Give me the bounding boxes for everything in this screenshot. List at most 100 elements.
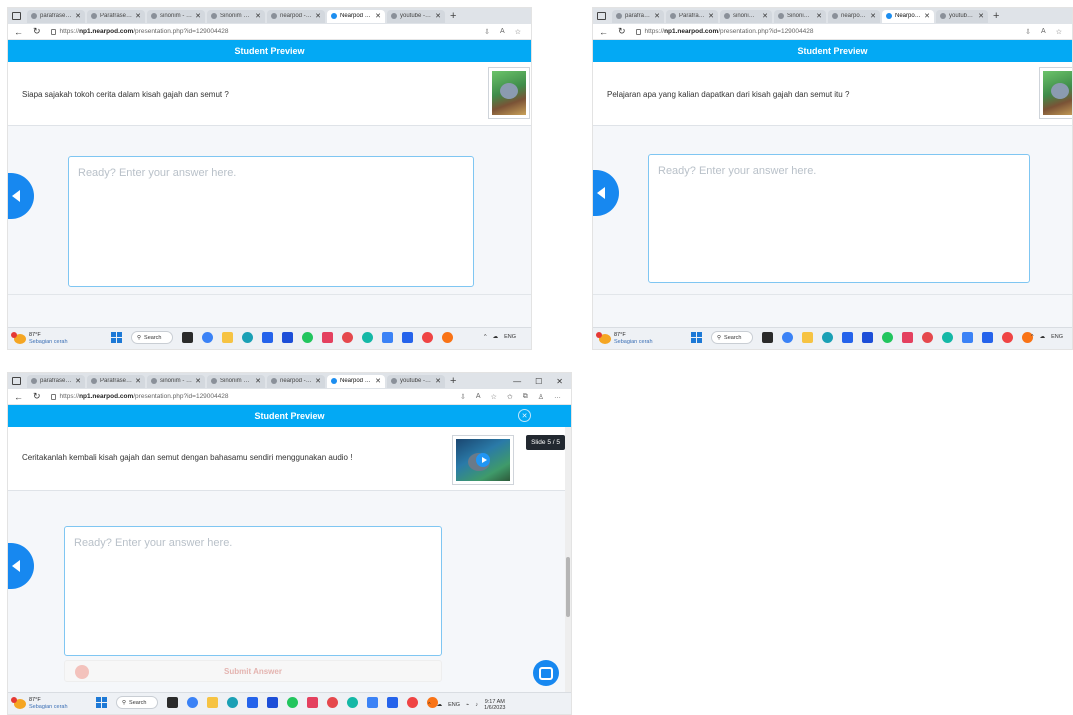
url-field[interactable]: https://np1.nearpod.com/presentation.php… bbox=[50, 28, 229, 35]
browser-tab-active[interactable]: Nearpod - Pre✕ bbox=[327, 9, 385, 23]
cloud-icon[interactable]: ☁ bbox=[493, 334, 499, 340]
chat-app-icon[interactable] bbox=[187, 697, 198, 708]
maximize-icon[interactable]: ☐ bbox=[535, 377, 542, 386]
task-view-icon[interactable] bbox=[167, 697, 178, 708]
browser-tab[interactable]: parafrase - Sea✕ bbox=[612, 9, 664, 23]
new-tab-icon[interactable]: + bbox=[450, 10, 456, 22]
weather-widget[interactable]: 87°F Sebagian cerah bbox=[11, 331, 68, 345]
tab-close-icon[interactable]: ✕ bbox=[870, 12, 876, 20]
browser-tab-active[interactable]: Nearpod - Pre✕ bbox=[882, 9, 934, 23]
browser-tab[interactable]: sinonim - Sear✕ bbox=[147, 9, 205, 23]
new-tab-icon[interactable]: + bbox=[450, 375, 456, 387]
scrollbar-thumb[interactable] bbox=[566, 557, 570, 617]
favorites-icon[interactable]: ✩ bbox=[507, 393, 513, 401]
browser-tab[interactable]: youtube - Sear✕ bbox=[387, 374, 445, 388]
chevron-up-icon[interactable]: ^ bbox=[428, 702, 431, 708]
task-view-icon[interactable] bbox=[182, 332, 193, 343]
browser-tab[interactable]: parafrase - Sea✕ bbox=[27, 9, 85, 23]
tab-close-icon[interactable]: ✕ bbox=[654, 12, 660, 20]
edge-browser-icon[interactable] bbox=[227, 697, 238, 708]
close-window-icon[interactable]: ✕ bbox=[556, 377, 563, 386]
whatsapp-icon[interactable] bbox=[287, 697, 298, 708]
instagram-icon[interactable] bbox=[902, 332, 913, 343]
question-video[interactable] bbox=[452, 435, 514, 485]
favorite-icon[interactable]: ☆ bbox=[1056, 28, 1062, 36]
app-icon[interactable] bbox=[1002, 332, 1013, 343]
tab-close-icon[interactable]: ✕ bbox=[816, 12, 822, 20]
download-icon[interactable]: ⇩ bbox=[484, 28, 490, 36]
instagram-icon[interactable] bbox=[307, 697, 318, 708]
store-icon[interactable] bbox=[842, 332, 853, 343]
new-tab-icon[interactable]: + bbox=[993, 10, 999, 22]
browser-tab[interactable]: sinonim - Sear✕ bbox=[147, 374, 205, 388]
app-icon[interactable] bbox=[382, 332, 393, 343]
download-icon[interactable]: ⇩ bbox=[1025, 28, 1031, 36]
tab-close-icon[interactable]: ✕ bbox=[135, 12, 141, 20]
refresh-icon[interactable]: ↻ bbox=[618, 26, 626, 37]
app-icon[interactable] bbox=[282, 332, 293, 343]
tab-close-icon[interactable]: ✕ bbox=[708, 12, 714, 20]
browser-tab[interactable]: parafrase - Sea✕ bbox=[27, 374, 85, 388]
volume-icon[interactable]: ♪ bbox=[475, 702, 478, 708]
tab-close-icon[interactable]: ✕ bbox=[435, 12, 441, 20]
app-icon[interactable] bbox=[342, 332, 353, 343]
tab-close-icon[interactable]: ✕ bbox=[255, 12, 261, 20]
answer-input[interactable]: Ready? Enter your answer here. bbox=[68, 156, 474, 287]
app-icon[interactable] bbox=[327, 697, 338, 708]
read-aloud-icon[interactable]: A bbox=[1041, 28, 1046, 36]
file-explorer-icon[interactable] bbox=[222, 332, 233, 343]
app-icon[interactable] bbox=[862, 332, 873, 343]
app-icon[interactable] bbox=[422, 332, 433, 343]
read-aloud-icon[interactable]: A bbox=[476, 393, 481, 401]
question-image[interactable] bbox=[1039, 67, 1072, 119]
browser-tab[interactable]: Sinonim kaada✕ bbox=[774, 9, 826, 23]
browser-tab[interactable]: Parafrase - Alo✕ bbox=[87, 9, 145, 23]
browser-tab[interactable]: sinonim - Sear✕ bbox=[720, 9, 772, 23]
answer-input[interactable]: Ready? Enter your answer here. bbox=[648, 154, 1030, 283]
browser-tab-active[interactable]: Nearpod - Pre✕ bbox=[327, 374, 385, 388]
app-icon[interactable] bbox=[962, 332, 973, 343]
scrollbar[interactable] bbox=[565, 427, 571, 695]
profile-icon[interactable]: ♙ bbox=[538, 393, 544, 401]
word-icon[interactable] bbox=[982, 332, 993, 343]
windows-start-icon[interactable] bbox=[96, 697, 107, 708]
browser-tab[interactable]: Parafrase - Alo✕ bbox=[87, 374, 145, 388]
task-view-icon[interactable] bbox=[762, 332, 773, 343]
windows-start-icon[interactable] bbox=[111, 332, 122, 343]
file-explorer-icon[interactable] bbox=[802, 332, 813, 343]
tab-close-icon[interactable]: ✕ bbox=[255, 377, 261, 385]
refresh-icon[interactable]: ↻ bbox=[33, 26, 41, 37]
back-arrow-icon[interactable]: ← bbox=[14, 27, 23, 37]
download-icon[interactable]: ⇩ bbox=[460, 393, 466, 401]
tab-close-icon[interactable]: ✕ bbox=[435, 377, 441, 385]
answer-input[interactable]: Ready? Enter your answer here. bbox=[64, 526, 442, 656]
word-icon[interactable] bbox=[387, 697, 398, 708]
more-icon[interactable]: … bbox=[554, 393, 561, 401]
instagram-icon[interactable] bbox=[322, 332, 333, 343]
favorite-icon[interactable]: ☆ bbox=[491, 393, 497, 401]
back-button[interactable] bbox=[8, 543, 34, 589]
window-menu-icon[interactable] bbox=[597, 12, 606, 20]
back-arrow-icon[interactable]: ← bbox=[599, 27, 608, 37]
tab-close-icon[interactable]: ✕ bbox=[375, 377, 381, 385]
weather-widget[interactable]: 87°F Sebagian cerah bbox=[596, 331, 653, 345]
browser-tab[interactable]: nearpod - Sear✕ bbox=[267, 374, 325, 388]
store-icon[interactable] bbox=[262, 332, 273, 343]
cloud-icon[interactable]: ☁ bbox=[437, 702, 443, 708]
browser-tab[interactable]: Sinonim kaada✕ bbox=[207, 374, 265, 388]
browser-tab[interactable]: youtube - Sear✕ bbox=[936, 9, 988, 23]
tab-close-icon[interactable]: ✕ bbox=[375, 12, 381, 20]
tab-close-icon[interactable]: ✕ bbox=[195, 12, 201, 20]
app-icon[interactable] bbox=[367, 697, 378, 708]
chevron-up-icon[interactable]: ^ bbox=[484, 334, 487, 340]
favorite-icon[interactable]: ☆ bbox=[515, 28, 521, 36]
windows-start-icon[interactable] bbox=[691, 332, 702, 343]
question-image[interactable] bbox=[488, 67, 530, 119]
app-icon[interactable] bbox=[362, 332, 373, 343]
back-button[interactable] bbox=[593, 170, 619, 216]
app-icon[interactable] bbox=[347, 697, 358, 708]
tab-close-icon[interactable]: ✕ bbox=[978, 12, 984, 20]
cloud-icon[interactable]: ☁ bbox=[1040, 334, 1046, 340]
whatsapp-icon[interactable] bbox=[882, 332, 893, 343]
taskbar-search[interactable]: ⚲ Search bbox=[711, 331, 753, 344]
